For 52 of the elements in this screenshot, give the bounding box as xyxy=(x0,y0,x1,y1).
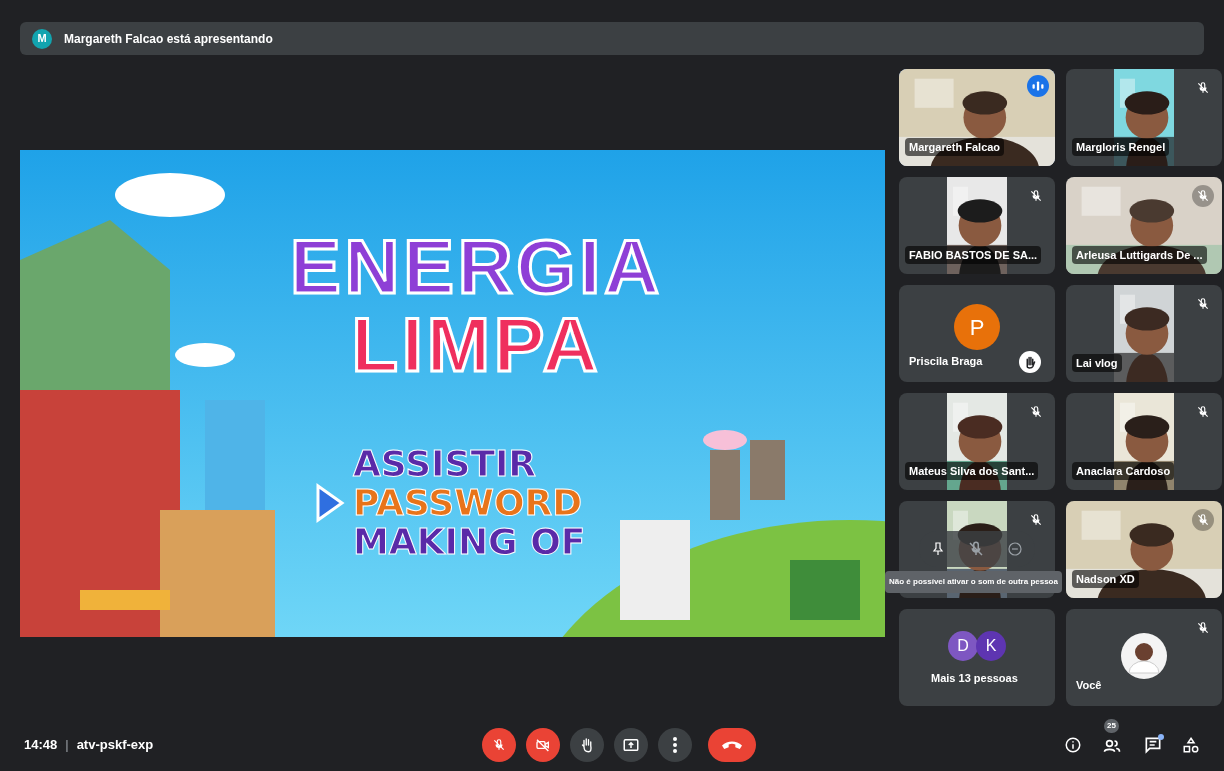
raise-hand-button[interactable] xyxy=(570,727,604,762)
participant-name: Arleusa Luttigards De ... xyxy=(1072,245,1207,264)
info-icon[interactable] xyxy=(1064,735,1082,754)
camera-button[interactable] xyxy=(526,727,560,762)
mute-icon[interactable] xyxy=(967,540,985,558)
avatar: P xyxy=(954,304,1000,350)
participant-name: Margareth Falcao xyxy=(905,137,1005,156)
participant-name: Mateus Silva dos Sant... xyxy=(905,461,1039,480)
participant-tile[interactable]: Anaclara Cardoso xyxy=(1066,393,1222,490)
participant-name: Você xyxy=(1076,677,1102,693)
participant-name: Priscila Braga xyxy=(909,353,983,369)
muted-microphone-icon xyxy=(492,737,506,752)
participant-tile[interactable]: Mateus Silva dos Sant... xyxy=(899,393,1055,490)
phone-icon xyxy=(722,740,742,749)
slide-title: LIMPA xyxy=(351,306,602,384)
participant-name: FABIO BASTOS DE SA... xyxy=(905,245,1042,264)
participant-name: Lai vlog xyxy=(1072,353,1122,372)
more-icon xyxy=(673,736,677,753)
clock-time: 14:48 xyxy=(24,735,58,754)
participant-tile[interactable]: Margloris Rengel xyxy=(1066,69,1222,166)
presenter-status: Margareth Falcao está apresentando xyxy=(64,30,273,48)
participant-tile[interactable]: D K Mais 13 pessoas xyxy=(899,609,1055,706)
remove-icon[interactable] xyxy=(1006,540,1025,558)
more-options-button[interactable] xyxy=(658,727,692,762)
meeting-code: atv-pskf-exp xyxy=(76,735,154,754)
menu-option[interactable]: ASSISTIR xyxy=(353,445,537,483)
participant-name: Margloris Rengel xyxy=(1072,137,1170,156)
profile-avatar xyxy=(1121,633,1167,679)
avatar: D xyxy=(948,631,978,661)
slide-title: ENERGIA xyxy=(290,228,663,306)
participant-tile[interactable]: Lai vlog xyxy=(1066,285,1222,382)
microphone-button[interactable] xyxy=(482,727,516,762)
participant-name: Anaclara Cardoso xyxy=(1072,461,1175,480)
participant-tile[interactable]: Arleusa Luttigards De ... xyxy=(1066,177,1222,274)
people-button[interactable]: 25 xyxy=(1100,718,1124,757)
leave-call-button[interactable] xyxy=(708,727,756,762)
activities-icon[interactable] xyxy=(1182,735,1200,754)
tooltip: Não é possível ativar o som de outra pessoa xyxy=(885,571,1062,593)
participant-tile[interactable]: Nadson XD xyxy=(1066,501,1222,598)
menu-option[interactable]: MAKING OF xyxy=(353,523,586,561)
participant-name: Nadson XD xyxy=(1072,569,1139,588)
presenter-avatar: M xyxy=(32,28,52,49)
participant-tile[interactable]: P Priscila Braga xyxy=(899,285,1055,382)
present-button[interactable] xyxy=(614,727,648,762)
participant-tile[interactable]: Margareth Falcao xyxy=(899,69,1055,166)
participant-name: Mais 13 pessoas xyxy=(931,670,1018,686)
participant-count-badge: 25 xyxy=(1104,718,1119,733)
avatar: K xyxy=(976,631,1006,661)
participant-tile[interactable]: FABIO BASTOS DE SA... xyxy=(899,177,1055,274)
participant-tile[interactable]: Você xyxy=(1066,609,1222,706)
camera-off-icon xyxy=(535,736,551,753)
separator: | xyxy=(65,735,69,754)
